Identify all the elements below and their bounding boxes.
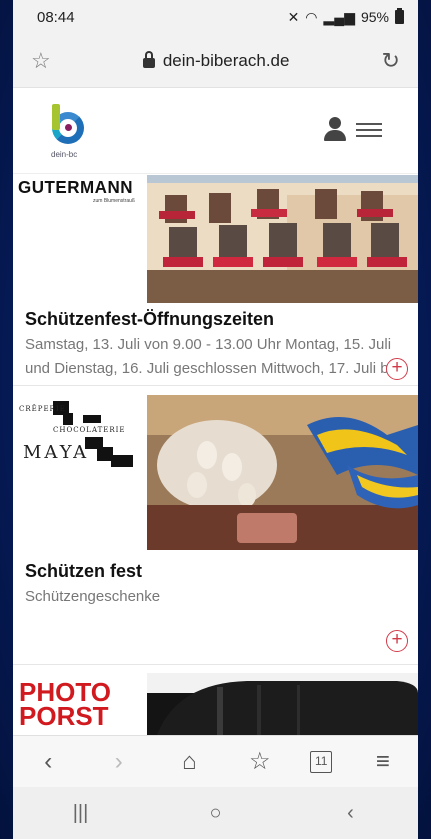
- menu-icon[interactable]: ≡: [363, 748, 403, 776]
- battery-percent: 95%: [360, 9, 389, 25]
- tabs-count: 11: [315, 753, 328, 768]
- hamburger-icon[interactable]: [356, 121, 382, 139]
- lock-icon: [142, 50, 155, 68]
- address-field[interactable]: dein-biberach.de: [142, 50, 290, 71]
- card-text: Schützengeschenke: [25, 588, 161, 605]
- system-nav-bar: ||| ○ ‹: [13, 787, 418, 839]
- signal-icon: ▂▄▆: [323, 8, 355, 25]
- card-title[interactable]: Schützenfest-Öffnungszeiten: [25, 309, 274, 330]
- status-icons: ✕ ◠ ▂▄▆ 95%: [287, 8, 404, 26]
- card-text: Samstag, 13. Juli von 9.00 - 13.00 Uhr M…: [25, 336, 399, 377]
- card-image: [147, 395, 418, 550]
- brand-line3: MAYA: [23, 442, 90, 463]
- browser-toolbar: ‹ › ⌂ ☆ 11 ≡: [13, 735, 418, 787]
- status-time: 08:44: [37, 8, 75, 26]
- tabs-button[interactable]: 11: [310, 750, 333, 773]
- brand-name: GUTERMANN: [18, 177, 133, 198]
- brand-line2: CHOCOLATERIE: [53, 426, 126, 434]
- back-button[interactable]: ‹: [28, 748, 68, 776]
- reload-icon[interactable]: ↻: [382, 48, 400, 74]
- browser-url-bar: ☆ dein-biberach.de ↻: [13, 34, 418, 88]
- recent-apps-button[interactable]: |||: [51, 802, 111, 825]
- battery-icon: [395, 8, 404, 24]
- brand-line1: CRÊPERIE: [19, 405, 66, 413]
- url-text: dein-biberach.de: [162, 50, 290, 70]
- phone-screen: 08:44 ✕ ◠ ▂▄▆ 95% ☆ dein-biberach.de ↻ d…: [13, 0, 418, 839]
- wifi-icon: ◠: [305, 8, 318, 25]
- list-item[interactable]: GUTERMANN zum Blumenstrauß Schützenfest-…: [13, 175, 418, 386]
- card-image: [147, 175, 418, 303]
- system-back-button[interactable]: ‹: [321, 802, 381, 825]
- card-title[interactable]: Schützen fest: [25, 561, 142, 582]
- bookmarks-icon[interactable]: ☆: [240, 747, 280, 776]
- home-button[interactable]: ○: [186, 802, 246, 825]
- list-item[interactable]: CRÊPERIE CHOCOLATERIE MAYA Schützen fest…: [13, 395, 418, 665]
- brand-logo: CRÊPERIE CHOCOLATERIE MAYA: [13, 395, 147, 550]
- user-icon[interactable]: [324, 117, 346, 141]
- status-bar: 08:44 ✕ ◠ ▂▄▆ 95%: [13, 0, 418, 34]
- plus-circle-icon[interactable]: +: [386, 358, 408, 380]
- home-icon[interactable]: ⌂: [169, 748, 209, 776]
- site-logo-text: dein-bc: [51, 150, 78, 159]
- forward-button[interactable]: ›: [99, 748, 139, 776]
- content-feed: GUTERMANN zum Blumenstrauß Schützenfest-…: [13, 175, 418, 735]
- mute-icon: ✕: [287, 8, 300, 25]
- brand-logo-photo-porst: PHOTO PORST: [19, 677, 139, 731]
- site-logo[interactable]: [49, 104, 89, 150]
- plus-circle-icon[interactable]: +: [386, 630, 408, 652]
- brand-subtitle: zum Blumenstrauß: [93, 198, 135, 204]
- brand-name: PHOTO PORST: [19, 677, 111, 731]
- card-image: [147, 673, 418, 735]
- brand-logo: GUTERMANN zum Blumenstrauß: [13, 175, 147, 303]
- site-header: dein-bc: [13, 88, 418, 174]
- star-icon[interactable]: ☆: [31, 48, 51, 74]
